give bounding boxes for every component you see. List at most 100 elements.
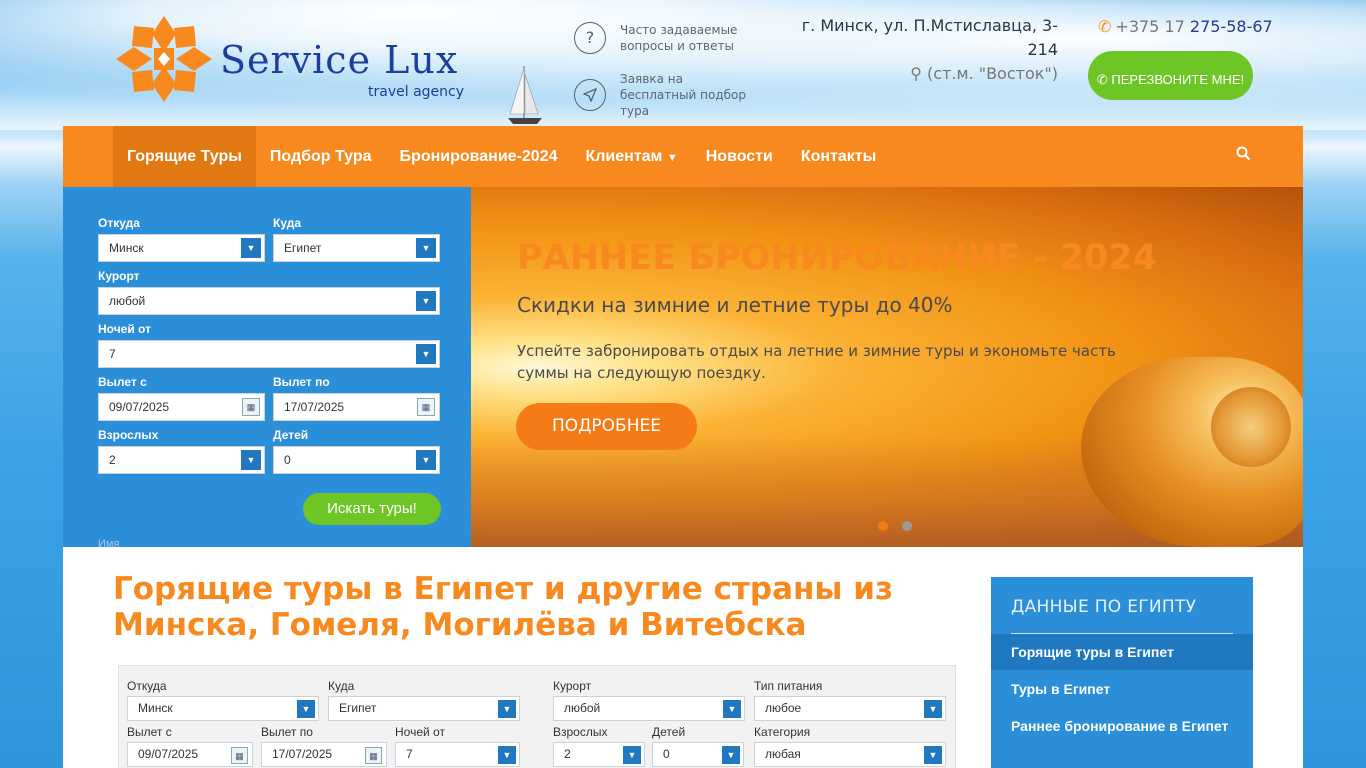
brand-name: Service Lux — [220, 38, 459, 82]
logo[interactable]: Service Lux travel agency — [114, 14, 464, 104]
calendar-icon[interactable]: ▦ — [231, 747, 248, 764]
nav-item-hot-tours[interactable]: Горящие Туры — [113, 126, 256, 187]
search-icon[interactable] — [1236, 146, 1251, 165]
nights-select[interactable]: 7 ▼ — [98, 340, 440, 368]
phone-icon: ✆ — [1098, 17, 1112, 36]
form2-to-select[interactable]: Египет ▼ — [328, 696, 520, 721]
calendar-icon[interactable]: ▦ — [365, 747, 382, 764]
form2-adults-label: Взрослых — [553, 725, 608, 739]
calendar-icon[interactable]: ▦ — [242, 398, 260, 416]
callback-label: ПЕРЕЗВОНИТЕ МНЕ! — [1111, 71, 1245, 87]
form2-category-value: любая — [765, 747, 801, 761]
dropdown-arrow-icon: ▼ — [723, 700, 741, 718]
phone-number: 275-58-67 — [1189, 17, 1273, 36]
dropdown-arrow-icon: ▼ — [416, 450, 436, 470]
nav-item-contacts[interactable]: Контакты — [787, 126, 890, 187]
to-value: Египет — [284, 241, 322, 255]
from-label: Откуда — [98, 216, 140, 230]
slider-dot-2[interactable] — [902, 521, 912, 531]
resort-label: Курорт — [98, 269, 140, 283]
metro-station: (ст.м. "Восток") — [927, 64, 1058, 83]
form2-nights-select[interactable]: 7 ▼ — [395, 742, 520, 767]
dropdown-arrow-icon: ▼ — [241, 450, 261, 470]
resort-value: любой — [109, 294, 146, 308]
banner-subtitle: Скидки на зимние и летние туры до 40% — [517, 293, 953, 317]
form2-adults-select[interactable]: 2 ▼ — [553, 742, 645, 767]
form2-from-label: Откуда — [127, 679, 167, 693]
phone-icon: ✆ — [1096, 71, 1112, 87]
adults-label: Взрослых — [98, 428, 159, 442]
calendar-icon[interactable]: ▦ — [417, 398, 435, 416]
adults-select[interactable]: 2 ▼ — [98, 446, 265, 474]
form2-to-value: Египет — [339, 701, 377, 715]
phone[interactable]: ✆ +375 17 275-58-67 — [1098, 17, 1273, 36]
request-link[interactable]: Заявка на бесплатный подбор тура — [574, 71, 760, 119]
nav-item-booking[interactable]: Бронирование-2024 — [386, 126, 572, 187]
children-value: 0 — [284, 453, 291, 467]
callback-button[interactable]: ✆ ПЕРЕЗВОНИТЕ МНЕ! — [1088, 51, 1253, 100]
dropdown-arrow-icon: ▼ — [498, 746, 516, 764]
nights-value: 7 — [109, 347, 116, 361]
nav-item-clients[interactable]: Клиентам ▼ — [571, 126, 691, 187]
nav-item-news[interactable]: Новости — [692, 126, 787, 187]
form2-children-select[interactable]: 0 ▼ — [652, 742, 744, 767]
question-icon: ? — [574, 22, 606, 54]
resort-select[interactable]: любой ▼ — [98, 287, 440, 315]
form2-resort-select[interactable]: любой ▼ — [553, 696, 745, 721]
address-block: г. Минск, ул. П.Мстиславца, 3-214 ⚲ (ст.… — [798, 14, 1058, 86]
slider-dot-1[interactable] — [878, 521, 888, 531]
dropdown-arrow-icon: ▼ — [623, 746, 641, 764]
to-label: Куда — [273, 216, 301, 230]
sidebar-title: ДАННЫЕ ПО ЕГИПТУ — [1011, 597, 1197, 617]
from-value: Минск — [109, 241, 144, 255]
faq-link[interactable]: ? Часто задаваемые вопросы и ответы — [574, 22, 750, 54]
depart-to-input[interactable]: 17/07/2025 ▦ — [273, 393, 440, 421]
form2-resort-value: любой — [564, 701, 601, 715]
yacht-icon — [508, 66, 542, 124]
banner-text: Успейте забронировать отдых на летние и … — [517, 342, 1116, 382]
logo-emblem-icon — [116, 16, 212, 102]
form2-children-label: Детей — [652, 725, 686, 739]
promo-banner: РАННЕЕ БРОНИРОВАНИЕ - 2024 Скидки на зим… — [471, 187, 1303, 547]
address: г. Минск, ул. П.Мстиславца, 3-214 — [801, 16, 1058, 59]
brand-tagline: travel agency — [368, 84, 464, 100]
dropdown-arrow-icon: ▼ — [924, 746, 942, 764]
depart-from-input[interactable]: 09/07/2025 ▦ — [98, 393, 265, 421]
form2-meal-select[interactable]: любое ▼ — [754, 696, 946, 721]
banner-title: РАННЕЕ БРОНИРОВАНИЕ - 2024 — [517, 238, 1157, 278]
to-select[interactable]: Египет ▼ — [273, 234, 440, 262]
form2-depart-from-input[interactable]: 09/07/2025 ▦ — [127, 742, 253, 767]
form2-depart-to-label: Вылет по — [261, 725, 313, 739]
form2-resort-label: Курорт — [553, 679, 592, 693]
phone-prefix: +375 17 — [1115, 17, 1185, 36]
form2-category-label: Категория — [754, 725, 811, 739]
dropdown-arrow-icon: ▼ — [297, 700, 315, 718]
dropdown-arrow-icon: ▼ — [416, 344, 436, 364]
dropdown-arrow-icon: ▼ — [722, 746, 740, 764]
from-select[interactable]: Минск ▼ — [98, 234, 265, 262]
form2-from-select[interactable]: Минск ▼ — [127, 696, 319, 721]
form2-meal-value: любое — [765, 701, 802, 715]
sidebar-item-hot-egypt[interactable]: Горящие туры в Египет — [991, 634, 1253, 670]
sidebar-item-early-booking[interactable]: Раннее бронирование в Египет — [991, 717, 1253, 735]
dropdown-arrow-icon: ▼ — [241, 238, 261, 258]
search-tours-button[interactable]: Искать туры! — [303, 493, 441, 525]
main-nav: Горящие Туры Подбор Тура Бронирование-20… — [63, 126, 1303, 187]
depart-to-label: Вылет по — [273, 375, 330, 389]
sidebar-item-egypt-tours[interactable]: Туры в Египет — [991, 680, 1253, 698]
details-button[interactable]: ПОДРОБНЕЕ — [516, 403, 697, 450]
dropdown-arrow-icon: ▼ — [924, 700, 942, 718]
form2-nights-value: 7 — [406, 747, 413, 761]
form2-children-value: 0 — [663, 747, 670, 761]
chevron-down-icon: ▼ — [666, 152, 678, 164]
nav-item-tour-selection[interactable]: Подбор Тура — [256, 126, 386, 187]
nights-label: Ночей от — [98, 322, 151, 336]
request-label: Заявка на бесплатный подбор тура — [620, 72, 747, 118]
form2-category-select[interactable]: любая ▼ — [754, 742, 946, 767]
form2-depart-to-input[interactable]: 17/07/2025 ▦ — [261, 742, 387, 767]
form2-depart-from-value: 09/07/2025 — [138, 747, 199, 761]
faq-label: Часто задаваемые вопросы и ответы — [620, 23, 738, 53]
depart-from-label: Вылет с — [98, 375, 147, 389]
form2-meal-label: Тип питания — [754, 679, 823, 693]
children-select[interactable]: 0 ▼ — [273, 446, 440, 474]
